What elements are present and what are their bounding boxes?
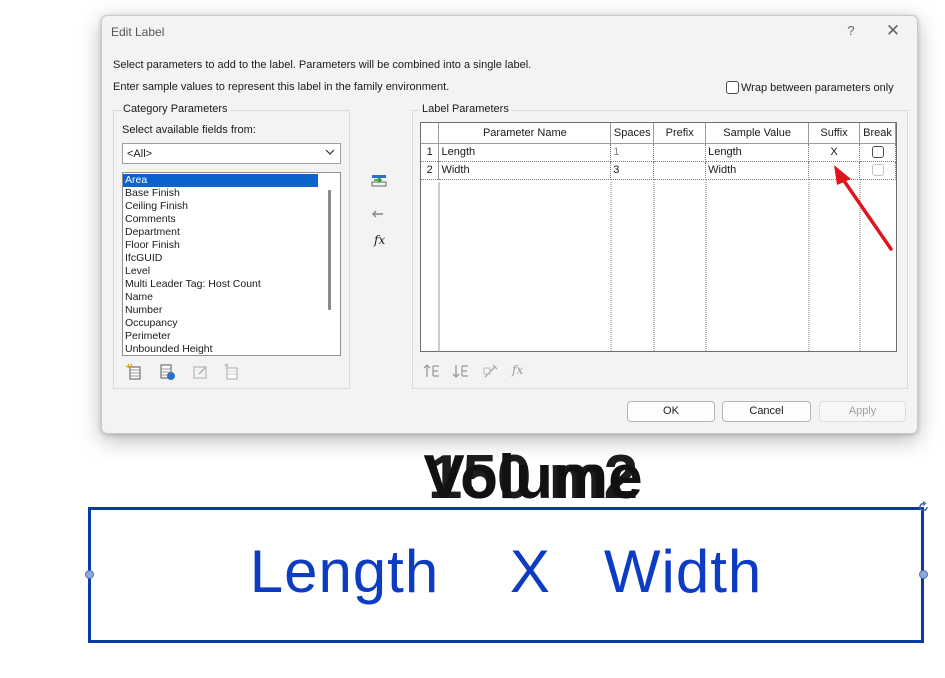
label-preview-text: Length X Width — [249, 538, 763, 605]
list-item[interactable]: Name — [123, 291, 340, 304]
add-parameter-icon[interactable] — [371, 172, 389, 190]
category-filter-dropdown[interactable]: <All> — [122, 143, 341, 164]
title-bar: Edit Label ? ✕ — [102, 16, 917, 46]
grid-corner-cell — [421, 123, 440, 144]
formula-button[interactable]: fx — [374, 233, 385, 247]
list-item[interactable]: Multi Leader Tag: Host Count — [123, 278, 340, 291]
sample-value-cell[interactable]: Length — [705, 143, 810, 162]
grid-formula-button[interactable]: fx — [512, 363, 523, 377]
parameter-name-cell[interactable]: Length — [438, 143, 612, 162]
column-header-parameter-name[interactable]: Parameter Name — [438, 123, 612, 144]
wrap-checkbox[interactable] — [726, 81, 739, 94]
column-header-spaces[interactable]: Spaces — [610, 123, 655, 144]
list-item[interactable]: Occupancy — [123, 317, 340, 330]
category-parameters-legend: Category Parameters — [121, 103, 230, 115]
list-item[interactable]: Perimeter — [123, 330, 340, 343]
edit-label-parameter-icon[interactable] — [482, 362, 500, 380]
available-fields-list[interactable]: Area Base Finish Ceiling Finish Comments Dep… — [122, 172, 341, 356]
list-item[interactable]: Comments — [123, 213, 340, 226]
new-parameter-icon[interactable] — [126, 363, 144, 381]
spaces-cell[interactable]: 1 — [610, 143, 655, 162]
category-filter-value: <All> — [127, 148, 153, 160]
list-item[interactable]: Base Finish — [123, 187, 340, 200]
prefix-cell[interactable] — [653, 161, 707, 180]
left-drag-handle[interactable] — [85, 570, 94, 579]
list-item[interactable]: Area — [123, 174, 318, 187]
row-number[interactable]: 2 — [421, 161, 440, 180]
wrap-checkbox-label: Wrap between parameters only — [741, 82, 894, 94]
grid-header-row: Parameter Name Spaces Prefix Sample Valu… — [421, 123, 896, 144]
edit-parameter-icon[interactable] — [158, 363, 176, 381]
parameter-name-cell[interactable]: Width — [438, 161, 612, 180]
remove-parameter-icon[interactable] — [369, 205, 387, 223]
close-button[interactable]: ✕ — [879, 20, 907, 42]
cancel-button[interactable]: Cancel — [722, 401, 811, 422]
move-down-icon[interactable] — [452, 362, 470, 380]
column-header-break[interactable]: Break — [859, 123, 896, 144]
chevron-down-icon — [325, 149, 335, 155]
column-header-prefix[interactable]: Prefix — [653, 123, 707, 144]
ok-button[interactable]: OK — [627, 401, 715, 422]
sample-value-cell[interactable]: Width — [705, 161, 810, 180]
instruction-text-1: Select parameters to add to the label. P… — [113, 59, 532, 71]
right-drag-handle[interactable] — [919, 570, 928, 579]
list-item[interactable]: IfcGUID — [123, 252, 340, 265]
label-preview-box[interactable]: Length X Width — [88, 507, 924, 643]
column-header-suffix[interactable]: Suffix — [808, 123, 860, 144]
row-number[interactable]: 1 — [421, 143, 440, 162]
edit-shared-icon[interactable] — [191, 363, 209, 381]
spaces-cell[interactable]: 3 — [610, 161, 655, 180]
rotate-handle-icon[interactable] — [918, 501, 930, 513]
label-parameters-legend: Label Parameters — [420, 103, 511, 115]
list-item[interactable]: Unbounded Height — [123, 343, 340, 355]
list-item[interactable]: Floor Finish — [123, 239, 340, 252]
area-value-text: 150 m2 — [427, 443, 639, 512]
fields-list-items: Area Base Finish Ceiling Finish Comments Dep… — [123, 173, 340, 355]
delete-parameter-icon[interactable] — [223, 363, 241, 381]
move-up-icon[interactable] — [423, 362, 441, 380]
instruction-text-2: Enter sample values to represent this la… — [113, 81, 450, 93]
list-item[interactable]: Ceiling Finish — [123, 200, 340, 213]
red-arrow-annotation — [834, 165, 893, 251]
prefix-cell[interactable] — [653, 143, 707, 162]
select-fields-label: Select available fields from: — [122, 124, 256, 136]
list-item[interactable]: Number — [123, 304, 340, 317]
dialog-title: Edit Label — [111, 25, 165, 39]
column-header-sample-value[interactable]: Sample Value — [705, 123, 810, 144]
help-button[interactable]: ? — [837, 20, 865, 42]
list-item[interactable]: Department — [123, 226, 340, 239]
apply-button[interactable]: Apply — [819, 401, 906, 422]
list-scrollbar[interactable] — [328, 190, 331, 310]
list-item[interactable]: Level — [123, 265, 340, 278]
